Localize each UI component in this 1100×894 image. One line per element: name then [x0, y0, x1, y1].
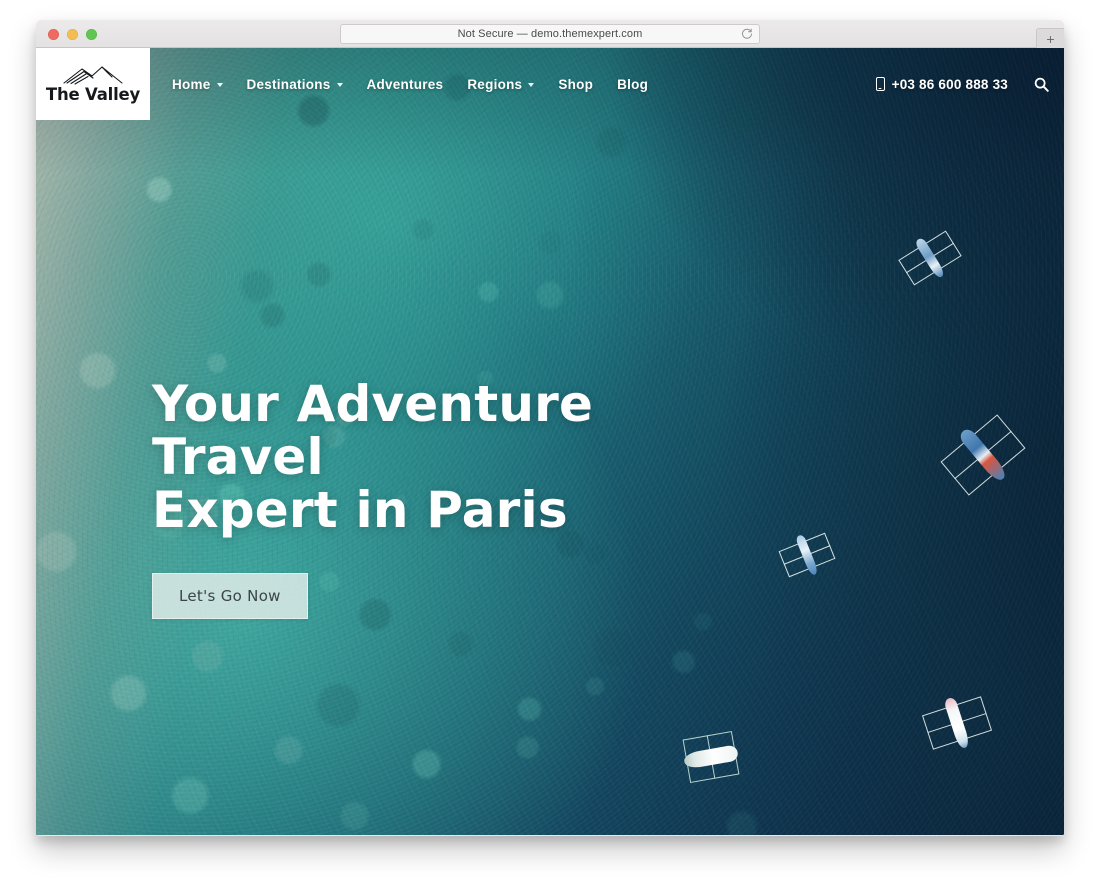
mobile-phone-icon [875, 77, 885, 91]
site-header: The Valley Home Destinations Adventures … [36, 48, 1064, 120]
main-navigation: Home Destinations Adventures Regions Sho… [172, 48, 648, 120]
reload-icon[interactable] [741, 28, 753, 40]
chevron-down-icon [216, 83, 223, 87]
chevron-down-icon [528, 83, 535, 87]
phone-link[interactable]: +03 86 600 888 33 [875, 76, 1008, 92]
nav-item-shop[interactable]: Shop [558, 77, 593, 92]
address-bar-text: Not Secure — demo.themexpert.com [457, 28, 643, 40]
hero-cta-button[interactable]: Let's Go Now [152, 573, 308, 619]
maximize-window-button[interactable] [86, 29, 97, 40]
nav-label-destinations: Destinations [246, 76, 331, 92]
hero-content: Your Adventure Travel Expert in Paris Le… [152, 378, 772, 619]
close-window-button[interactable] [48, 29, 59, 40]
chevron-down-icon [336, 83, 343, 87]
nav-item-adventures[interactable]: Adventures [367, 77, 444, 92]
nav-label-blog: Blog [617, 76, 649, 92]
site-logo[interactable]: The Valley [36, 48, 150, 120]
header-utilities: +03 86 600 888 33 [875, 48, 1052, 120]
nav-item-home[interactable]: Home [172, 77, 223, 92]
nav-item-regions[interactable]: Regions [467, 76, 535, 92]
hero-title: Your Adventure Travel Expert in Paris [152, 375, 594, 539]
nav-label-adventures: Adventures [366, 76, 444, 92]
search-icon [1034, 77, 1049, 92]
nav-item-destinations[interactable]: Destinations [247, 77, 343, 92]
nav-label-regions: Regions [467, 76, 523, 92]
browser-toolbar: Not Secure — demo.themexpert.com + [36, 20, 1064, 49]
logo-text: The Valley [45, 85, 141, 105]
nav-item-blog[interactable]: Blog [617, 77, 648, 92]
nav-label-home: Home [172, 76, 211, 92]
new-tab-button[interactable]: + [1036, 28, 1064, 49]
nav-label-shop: Shop [558, 76, 594, 92]
mountain-icon [63, 66, 123, 85]
browser-window: Not Secure — demo.themexpert.com + The V… [36, 20, 1064, 836]
page-viewport: The Valley Home Destinations Adventures … [36, 48, 1064, 835]
window-controls [48, 29, 97, 40]
address-bar[interactable]: Not Secure — demo.themexpert.com [340, 24, 760, 44]
search-button[interactable] [1030, 73, 1052, 95]
phone-number: +03 86 600 888 33 [891, 76, 1008, 92]
minimize-window-button[interactable] [67, 29, 78, 40]
